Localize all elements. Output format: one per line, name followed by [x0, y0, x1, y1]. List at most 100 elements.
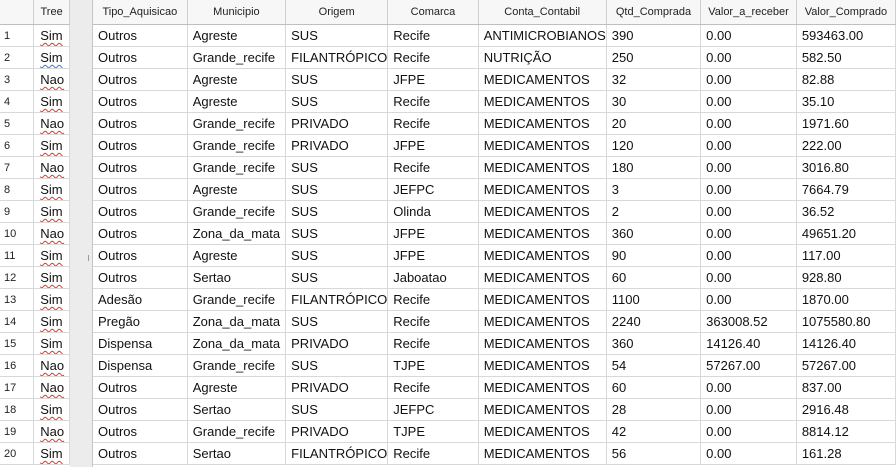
table-cell[interactable]: SUS	[285, 200, 389, 223]
table-cell[interactable]: 54	[606, 354, 702, 377]
table-cell[interactable]: Grande_recife	[187, 420, 287, 443]
table-cell[interactable]: SUS	[285, 398, 389, 421]
table-cell[interactable]: TJPE	[387, 354, 479, 377]
table-cell[interactable]: 57267.00	[700, 354, 797, 377]
tree-row[interactable]: 8 Sim	[0, 178, 70, 201]
tree-row[interactable]: 1 Sim	[0, 24, 70, 47]
table-cell[interactable]: 8814.12	[796, 420, 896, 443]
tree-value-cell[interactable]: Nao	[33, 68, 70, 91]
table-cell[interactable]: 32	[606, 68, 702, 91]
tree-value-cell[interactable]: Sim	[33, 24, 70, 47]
table-cell[interactable]: 28	[606, 398, 702, 421]
table-cell[interactable]: JFPE	[387, 134, 479, 157]
table-cell[interactable]: 0.00	[700, 222, 797, 245]
table-cell[interactable]: Agreste	[187, 90, 287, 113]
table-cell[interactable]: PRIVADO	[285, 134, 389, 157]
table-cell[interactable]: Outros	[93, 244, 188, 267]
table-cell[interactable]: MEDICAMENTOS	[478, 354, 607, 377]
tree-value-cell[interactable]: Sim	[33, 398, 70, 421]
table-cell[interactable]: MEDICAMENTOS	[478, 244, 607, 267]
tree-row[interactable]: 17 Nao	[0, 376, 70, 399]
tree-row[interactable]: 15 Sim	[0, 332, 70, 355]
tree-value-cell[interactable]: Sim	[33, 90, 70, 113]
tree-row[interactable]: 18 Sim	[0, 398, 70, 421]
table-row[interactable]: Pregão Zona_da_mata SUS Recife MEDICAMENTOS 2…	[93, 310, 896, 333]
table-cell[interactable]: Recife	[387, 442, 479, 465]
table-cell[interactable]: Outros	[93, 90, 188, 113]
table-cell[interactable]: 1971.60	[796, 112, 896, 135]
tree-value-cell[interactable]: Sim	[33, 178, 70, 201]
table-cell[interactable]: SUS	[285, 156, 389, 179]
table-cell[interactable]: SUS	[285, 24, 389, 47]
table-cell[interactable]: MEDICAMENTOS	[478, 420, 607, 443]
table-cell[interactable]: 928.80	[796, 266, 896, 289]
table-cell[interactable]: Outros	[93, 222, 188, 245]
table-cell[interactable]: Grande_recife	[187, 46, 287, 69]
table-cell[interactable]: 0.00	[700, 46, 797, 69]
table-cell[interactable]: 0.00	[700, 90, 797, 113]
table-cell[interactable]: Recife	[387, 46, 479, 69]
tree-value-cell[interactable]: Sim	[33, 310, 70, 333]
table-cell[interactable]: 49651.20	[796, 222, 896, 245]
table-cell[interactable]: 360	[606, 332, 702, 355]
tree-value-cell[interactable]: Nao	[33, 376, 70, 399]
table-cell[interactable]: Agreste	[187, 376, 287, 399]
tree-row[interactable]: 5 Nao	[0, 112, 70, 135]
table-row[interactable]: Dispensa Grande_recife SUS TJPE MEDICAMENTOS…	[93, 354, 896, 377]
table-cell[interactable]: 180	[606, 156, 702, 179]
table-cell[interactable]: SUS	[285, 68, 389, 91]
table-cell[interactable]: 90	[606, 244, 702, 267]
table-cell[interactable]: FILANTRÓPICO	[285, 288, 389, 311]
table-cell[interactable]: Outros	[93, 68, 188, 91]
table-cell[interactable]: MEDICAMENTOS	[478, 332, 607, 355]
table-cell[interactable]: 30	[606, 90, 702, 113]
table-cell[interactable]: 250	[606, 46, 702, 69]
table-cell[interactable]: Recife	[387, 288, 479, 311]
table-row[interactable]: Outros Sertao FILANTRÓPICO Recife MEDICAMENT…	[93, 442, 896, 465]
table-cell[interactable]: 0.00	[700, 442, 797, 465]
table-cell[interactable]: Agreste	[187, 244, 287, 267]
table-cell[interactable]: Outros	[93, 398, 188, 421]
table-cell[interactable]: 0.00	[700, 200, 797, 223]
table-cell[interactable]: Outros	[93, 200, 188, 223]
table-cell[interactable]: Sertao	[187, 442, 287, 465]
table-cell[interactable]: Agreste	[187, 68, 287, 91]
table-row[interactable]: Outros Agreste PRIVADO Recife MEDICAMENTOS 60…	[93, 376, 896, 399]
table-cell[interactable]: 2	[606, 200, 702, 223]
table-cell[interactable]: Recife	[387, 156, 479, 179]
tree-row[interactable]: 3 Nao	[0, 68, 70, 91]
table-cell[interactable]: JEFPC	[387, 398, 479, 421]
table-cell[interactable]: Grande_recife	[187, 156, 287, 179]
panel-splitter[interactable]	[70, 0, 92, 467]
table-cell[interactable]: JFPE	[387, 222, 479, 245]
table-cell[interactable]: Agreste	[187, 178, 287, 201]
tree-value-cell[interactable]: Sim	[33, 442, 70, 465]
table-cell[interactable]: MEDICAMENTOS	[478, 310, 607, 333]
table-cell[interactable]: Outros	[93, 46, 188, 69]
table-cell[interactable]: Grande_recife	[187, 112, 287, 135]
table-cell[interactable]: 593463.00	[796, 24, 896, 47]
tree-value-cell[interactable]: Nao	[33, 112, 70, 135]
tree-value-cell[interactable]: Nao	[33, 156, 70, 179]
table-cell[interactable]: 1870.00	[796, 288, 896, 311]
table-cell[interactable]: 0.00	[700, 398, 797, 421]
table-cell[interactable]: FILANTRÓPICO	[285, 442, 389, 465]
table-cell[interactable]: Grande_recife	[187, 288, 287, 311]
table-cell[interactable]: SUS	[285, 90, 389, 113]
column-header-origem[interactable]: Origem	[285, 0, 389, 25]
tree-value-cell[interactable]: Sim	[33, 266, 70, 289]
table-cell[interactable]: 2916.48	[796, 398, 896, 421]
table-cell[interactable]: SUS	[285, 266, 389, 289]
table-cell[interactable]: SUS	[285, 310, 389, 333]
table-cell[interactable]: 360	[606, 222, 702, 245]
tree-row[interactable]: 20 Sim	[0, 442, 70, 465]
table-cell[interactable]: Grande_recife	[187, 354, 287, 377]
tree-row[interactable]: 14 Sim	[0, 310, 70, 333]
tree-row[interactable]: 7 Nao	[0, 156, 70, 179]
table-cell[interactable]: 3016.80	[796, 156, 896, 179]
table-cell[interactable]: JFPE	[387, 244, 479, 267]
table-cell[interactable]: 20	[606, 112, 702, 135]
table-row[interactable]: Outros Sertao SUS JEFPC MEDICAMENTOS 28 0.00 29…	[93, 398, 896, 421]
table-cell[interactable]: MEDICAMENTOS	[478, 156, 607, 179]
table-cell[interactable]: PRIVADO	[285, 420, 389, 443]
